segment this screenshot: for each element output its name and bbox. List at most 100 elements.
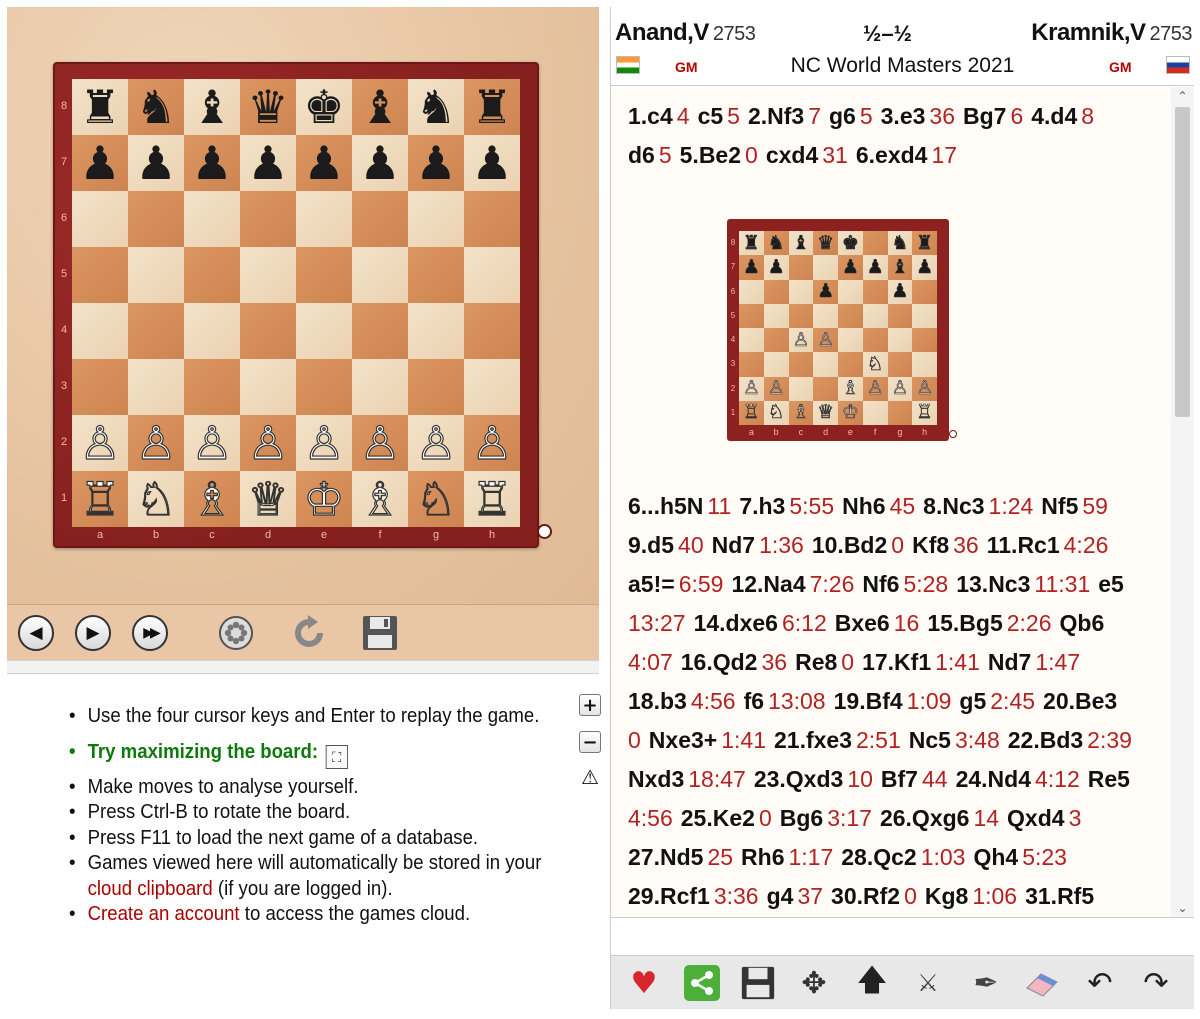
square-b5[interactable] xyxy=(128,247,184,303)
square-c5[interactable] xyxy=(184,247,240,303)
move[interactable]: 24.Nd4 xyxy=(956,766,1031,792)
chess-piece[interactable]: ♟ xyxy=(415,140,456,186)
move[interactable]: Nxd3 xyxy=(628,766,684,792)
square-d2[interactable]: ♙ xyxy=(240,415,296,471)
chess-piece[interactable]: ♝ xyxy=(191,84,232,130)
scroll-down-icon[interactable]: ⌄ xyxy=(1171,901,1194,915)
square-e8[interactable]: ♚ xyxy=(296,79,352,135)
redo-button[interactable]: ↷ xyxy=(1135,962,1177,1004)
chess-piece[interactable]: ♞ xyxy=(135,84,176,130)
square-e7[interactable]: ♟ xyxy=(296,135,352,191)
chess-piece[interactable]: ♘ xyxy=(135,475,177,522)
move[interactable]: 26.Qxg6 xyxy=(880,805,970,831)
cloud-clipboard-link[interactable]: cloud clipboard xyxy=(88,878,213,900)
chess-piece[interactable]: ♛ xyxy=(247,84,288,130)
position-diagram[interactable]: ♜ ♞ ♝ ♛ ♚ ♞ ♜ ♟ ♟ ♟ ♟ ♝ ♟ ♟ ♟ ♙ ♙ ♘ ♙ ♙ ♗ ♙ ♙ ♙ ♖ ♘ ♗ ♕ ♔ ♖ xyxy=(739,231,937,425)
square-a8[interactable]: ♜ xyxy=(72,79,128,135)
move[interactable]: 19.Bf4 xyxy=(834,688,903,714)
square-h4[interactable] xyxy=(464,303,520,359)
chess-piece[interactable]: ♝ xyxy=(359,84,400,130)
square-d1[interactable]: ♕ xyxy=(240,471,296,527)
chess-piece[interactable]: ♕ xyxy=(247,475,289,522)
chess-piece[interactable]: ♙ xyxy=(247,419,289,466)
square-c4[interactable] xyxy=(184,303,240,359)
move[interactable]: Qxd4 xyxy=(1007,805,1065,831)
promote-variation-button[interactable]: 🡅 xyxy=(851,962,893,1004)
square-a4[interactable] xyxy=(72,303,128,359)
move[interactable]: g5 xyxy=(959,688,986,714)
maximize-board-icon[interactable]: ⛶ xyxy=(325,744,348,769)
square-g5[interactable] xyxy=(408,247,464,303)
square-a1[interactable]: ♖ xyxy=(72,471,128,527)
move[interactable]: 25.Ke2 xyxy=(681,805,755,831)
chess-piece[interactable]: ♙ xyxy=(415,419,457,466)
move[interactable]: 22.Bd3 xyxy=(1008,727,1083,753)
chess-board[interactable]: ♜ ♞ ♝ ♛ ♚ ♝ ♞ ♜ ♟ ♟ ♟ ♟ ♟ ♟ ♟ ♟ ♙ ♙ ♙ ♙ ♙ ♙ ♙ ♙ ♖ ♘ ♗ ♕ ♔ ♗ ♘ ♖ xyxy=(72,79,520,527)
square-h6[interactable] xyxy=(464,191,520,247)
move[interactable]: Nd7 xyxy=(712,532,755,558)
move[interactable]: g4 xyxy=(767,883,794,909)
square-h3[interactable] xyxy=(464,359,520,415)
save-button[interactable] xyxy=(359,613,401,653)
square-b3[interactable] xyxy=(128,359,184,415)
square-c3[interactable] xyxy=(184,359,240,415)
move[interactable]: 4.d4 xyxy=(1031,103,1077,129)
save-game-button[interactable] xyxy=(737,962,779,1004)
move[interactable]: Bxe6 xyxy=(835,610,890,636)
chess-piece[interactable]: ♘ xyxy=(415,475,457,522)
move[interactable]: 10.Bd2 xyxy=(812,532,887,558)
square-e4[interactable] xyxy=(296,303,352,359)
square-h5[interactable] xyxy=(464,247,520,303)
event-name[interactable]: NC World Masters 2021 xyxy=(611,54,1194,78)
move[interactable]: Nxe3+ xyxy=(649,727,717,753)
move[interactable]: d6 xyxy=(628,142,655,168)
square-f3[interactable] xyxy=(352,359,408,415)
move[interactable]: Kf8 xyxy=(912,532,949,558)
delete-variation-button[interactable]: ⚔ xyxy=(907,962,949,1004)
square-d4[interactable] xyxy=(240,303,296,359)
square-g2[interactable]: ♙ xyxy=(408,415,464,471)
chess-piece[interactable]: ♙ xyxy=(79,419,121,466)
square-a5[interactable] xyxy=(72,247,128,303)
move[interactable]: 6...h5N xyxy=(628,493,703,519)
square-b7[interactable]: ♟ xyxy=(128,135,184,191)
move[interactable]: Kg8 xyxy=(925,883,968,909)
square-f1[interactable]: ♗ xyxy=(352,471,408,527)
square-c7[interactable]: ♟ xyxy=(184,135,240,191)
black-player[interactable]: Kramnik,V 2753 xyxy=(1031,19,1192,47)
move[interactable]: 28.Qc2 xyxy=(841,844,916,870)
square-a7[interactable]: ♟ xyxy=(72,135,128,191)
chess-piece[interactable]: ♖ xyxy=(79,475,121,522)
white-player[interactable]: Anand,V 2753 xyxy=(615,19,756,47)
move[interactable]: 14.dxe6 xyxy=(694,610,778,636)
square-c1[interactable]: ♗ xyxy=(184,471,240,527)
move[interactable]: Bf7 xyxy=(881,766,918,792)
square-d3[interactable] xyxy=(240,359,296,415)
square-h1[interactable]: ♖ xyxy=(464,471,520,527)
chess-piece[interactable]: ♟ xyxy=(471,140,512,186)
square-d6[interactable] xyxy=(240,191,296,247)
square-d5[interactable] xyxy=(240,247,296,303)
square-b4[interactable] xyxy=(128,303,184,359)
square-g3[interactable] xyxy=(408,359,464,415)
chess-piece[interactable]: ♙ xyxy=(191,419,233,466)
square-e1[interactable]: ♔ xyxy=(296,471,352,527)
square-g6[interactable] xyxy=(408,191,464,247)
move[interactable]: 9.d5 xyxy=(628,532,674,558)
chess-piece[interactable]: ♟ xyxy=(79,140,120,186)
chess-piece[interactable]: ♞ xyxy=(415,84,456,130)
square-c2[interactable]: ♙ xyxy=(184,415,240,471)
move[interactable]: c5 xyxy=(698,103,724,129)
warning-icon[interactable]: ⚠ xyxy=(579,765,601,789)
move-list[interactable]: 1.c4 4 c5 5 2.Nf3 7 g6 5 3.e3 36 Bg7 6 4.d4 8 d6 5 5.Be2… xyxy=(611,87,1171,917)
square-f5[interactable] xyxy=(352,247,408,303)
move[interactable]: Bg6 xyxy=(780,805,823,831)
square-g8[interactable]: ♞ xyxy=(408,79,464,135)
square-g1[interactable]: ♘ xyxy=(408,471,464,527)
move[interactable]: Nf6 xyxy=(862,571,899,597)
square-a6[interactable] xyxy=(72,191,128,247)
chess-piece[interactable]: ♟ xyxy=(191,140,232,186)
square-c6[interactable] xyxy=(184,191,240,247)
like-button[interactable]: ♥ xyxy=(623,962,665,1004)
square-e5[interactable] xyxy=(296,247,352,303)
